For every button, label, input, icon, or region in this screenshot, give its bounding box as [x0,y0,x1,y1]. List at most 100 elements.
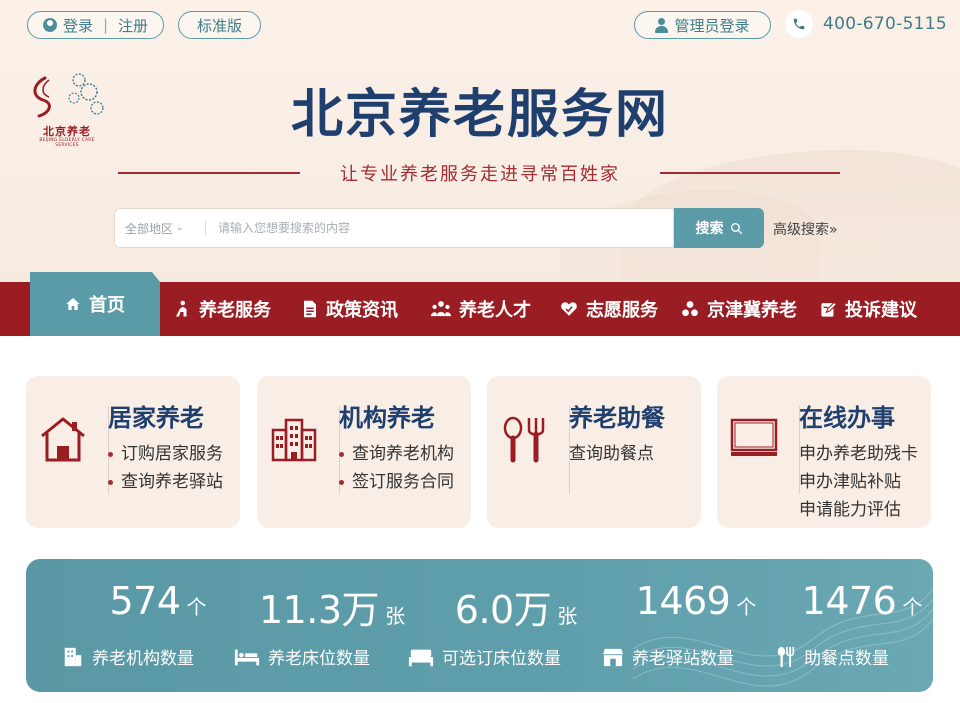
bed-icon [234,649,260,665]
stat-unit: 个 [902,595,923,619]
apply-disability-card-link[interactable]: 申办养老助残卡 [799,440,918,468]
stat-value: 1469 [635,579,731,623]
search-divider [205,220,206,236]
link-label: 签订服务合同 [352,472,454,492]
stat-value: 11.3万 [258,588,380,632]
stat-unit: 个 [186,595,207,619]
card-online-service[interactable]: 在线办事 申办养老助残卡 申办津贴补贴 申请能力评估 [717,376,931,528]
sign-contract-link[interactable]: 签订服务合同 [339,468,454,496]
stat-selectable-beds: 6.0万张 [426,579,606,634]
query-meal-point-link[interactable]: 查询助餐点 [569,440,654,468]
hotline: 400-670-5115 [785,10,947,38]
search-input[interactable] [218,221,658,235]
apply-assessment-link[interactable]: 申请能力评估 [799,496,918,524]
stat-value: 6.0万 [454,588,552,632]
meal-icon [503,416,545,463]
nav-item-complaint[interactable]: 投诉建议 [820,282,917,336]
order-home-service-link[interactable]: 订购居家服务 [108,440,223,468]
nav-item-label: 京津冀养老 [707,300,797,321]
nav-item-elder-service[interactable]: 养老服务 [173,282,271,336]
apply-allowance-link[interactable]: 申办津贴补贴 [799,468,918,496]
stat-label: 养老床位数量 [268,649,370,669]
home-icon [66,298,80,310]
institution-icon [64,647,82,666]
nav-item-volunteer[interactable]: 志愿服务 [560,282,658,336]
link-label: 查询助餐点 [569,444,654,464]
link-label: 订购居家服务 [121,444,223,464]
heart-hand-icon [561,302,577,316]
building-icon [271,418,317,462]
login-link[interactable]: 登录 [63,15,93,36]
stat-value: 1476 [801,579,897,623]
nav-item-label: 投诉建议 [845,300,917,321]
bullet [339,479,344,485]
phone-icon [785,10,813,38]
stat-label-meal-points: 助餐点数量 [776,644,889,669]
site-slogan: 让专业养老服务走进寻常百姓家 [340,164,620,185]
slogan-divider-right [660,172,840,174]
register-link[interactable]: 注册 [118,15,148,36]
bullet [108,479,113,485]
house-icon [41,417,85,462]
region-select[interactable]: 全部地区 ⌄ [115,220,205,237]
admin-user-icon [655,17,669,33]
nav-item-label: 首页 [89,295,125,316]
query-institution-link[interactable]: 查询养老机构 [339,440,454,468]
link-label: 申办养老助残卡 [799,444,918,464]
stat-unit: 个 [736,595,757,619]
dining-icon [777,646,795,667]
card-home-care[interactable]: 居家养老 订购居家服务 查询养老驿站 [26,376,240,528]
search-button-label: 搜索 [695,221,724,237]
stat-stations: 1469 个 [606,579,786,623]
statistics-panel: 574 个 养老机构数量 11.3万张 养老床位数量 6.0万张 可选订床位数量 … [26,559,933,692]
chevron-down-icon: ⌄ [176,223,184,233]
logo-emblem-icon [33,73,104,118]
stat-label-selectable-beds: 可选订床位数量 [408,644,561,669]
card-meal-assist[interactable]: 养老助餐 查询助餐点 [487,376,701,528]
stat-label: 可选订床位数量 [442,649,561,669]
search-bar: 全部地区 ⌄ [114,208,674,248]
document-icon [304,300,316,318]
stat-unit: 张 [385,604,406,628]
stat-institutions: 574 个 [68,579,248,623]
user-circle-icon [42,18,57,32]
card-title: 养老助餐 [569,403,665,432]
nav-item-home[interactable]: 首页 [30,272,160,336]
bullet [339,451,344,457]
stat-label-stations: 养老驿站数量 [602,644,734,669]
query-care-station-link[interactable]: 查询养老驿站 [108,468,223,496]
edit-icon [821,301,837,317]
slogan-divider-left [118,172,300,174]
stat-beds: 11.3万张 [242,579,422,634]
card-institution-care[interactable]: 机构养老 查询养老机构 签订服务合同 [257,376,471,528]
site-title: 北京养老服务网 [290,84,669,145]
login-register-pill: 登录 | 注册 [27,11,164,39]
monitor-icon [730,418,778,456]
region-icon [682,301,698,317]
region-select-label: 全部地区 [125,221,174,236]
elder-service-icon [176,300,187,317]
nav-item-label: 政策资讯 [326,300,398,321]
logo-text: 北京养老 [43,125,91,138]
link-label: 查询养老驿站 [121,472,223,492]
station-icon [603,648,623,666]
logo-subtext: BEIJING ELDERLY CARE SERVICES [39,138,95,148]
search-icon [730,222,742,234]
stat-label-institutions: 养老机构数量 [62,644,194,669]
standard-version-button[interactable]: 标准版 [178,11,261,39]
link-label: 申办津贴补贴 [799,472,901,492]
search-button[interactable]: 搜索 [674,208,764,248]
link-label: 查询养老机构 [352,444,454,464]
nav-item-label: 养老服务 [199,300,271,321]
stat-value: 574 [109,579,181,623]
nav-item-jingjinji[interactable]: 京津冀养老 [681,282,797,336]
hotline-number: 400-670-5115 [823,14,948,34]
site-logo[interactable]: 北京养老 BEIJING ELDERLY CARE SERVICES [27,70,107,150]
advanced-search-link[interactable]: 高级搜索» [773,219,838,239]
nav-item-policy[interactable]: 政策资讯 [302,282,398,336]
nav-item-label: 养老人才 [459,300,531,321]
link-label: 申请能力评估 [799,500,901,520]
nav-item-talent[interactable]: 养老人才 [431,282,531,336]
admin-login-button[interactable]: 管理员登录 [634,11,771,39]
stat-unit: 张 [557,604,578,628]
